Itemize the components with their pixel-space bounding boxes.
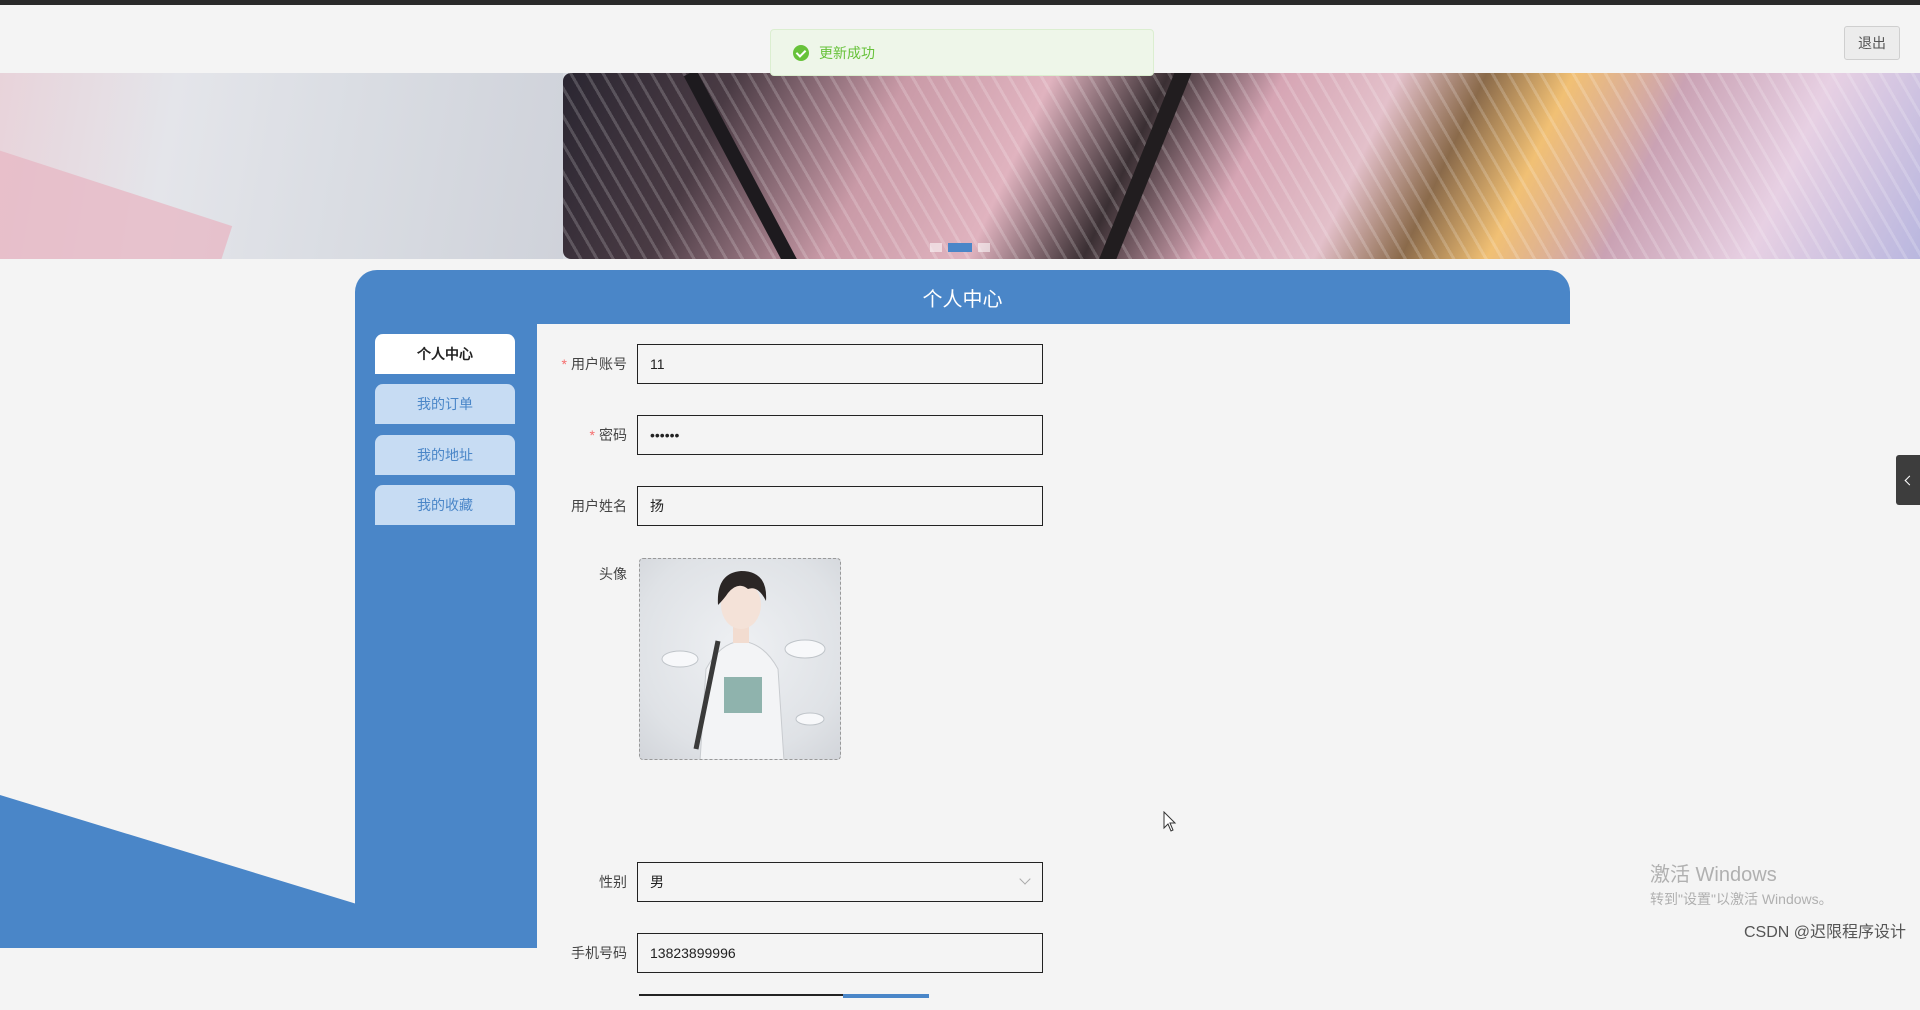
required-asterisk: *: [561, 356, 567, 372]
account-label: * 用户账号: [537, 354, 637, 374]
check-circle-icon: [793, 44, 809, 61]
sidebar-item-my-favorites[interactable]: 我的收藏: [375, 485, 515, 525]
account-input[interactable]: [637, 344, 1043, 384]
password-label-text: 密码: [599, 427, 627, 443]
profile-form: *用户账号 *密码 用户姓名 头像: [537, 324, 1570, 998]
gender-select[interactable]: 男: [637, 862, 1043, 902]
password-input[interactable]: [637, 415, 1043, 455]
chevron-left-icon: [1904, 475, 1915, 485]
background-decoration: [0, 795, 360, 948]
logout-button[interactable]: 退出: [1844, 26, 1900, 60]
banner-slide-previous: [0, 73, 563, 259]
account-label-text: 用户账号: [571, 356, 627, 372]
banner-carousel[interactable]: [0, 73, 1920, 259]
windows-activation-watermark: 激活 Windows 转到"设置"以激活 Windows。: [1650, 858, 1833, 909]
name-label: 用户姓名: [571, 498, 627, 514]
form-row-gender: 性别 男: [537, 861, 1043, 903]
sidebar-item-my-orders[interactable]: 我的订单: [375, 384, 515, 424]
avatar-illustration: [661, 571, 826, 759]
sidebar-item-my-address[interactable]: 我的地址: [375, 435, 515, 475]
carousel-dot-1[interactable]: [930, 243, 942, 252]
carousel-dot-3[interactable]: [978, 243, 990, 252]
form-actions-partial: [639, 994, 929, 1010]
required-asterisk: *: [589, 427, 595, 443]
password-label: * 密码: [537, 425, 637, 445]
mouse-cursor-icon: [1163, 811, 1177, 832]
name-input[interactable]: [637, 486, 1043, 526]
user-center-panel: 个人中心 个人中心 我的订单 我的地址 我的收藏 *用户账号 *密码 用户姓名 …: [355, 270, 1570, 998]
watermark-title: 激活 Windows: [1650, 864, 1777, 886]
phone-label: 手机号码: [571, 945, 627, 961]
form-row-password: * 密码: [537, 414, 1043, 456]
phone-input[interactable]: [637, 933, 1043, 973]
form-row-name: 用户姓名: [537, 485, 1043, 527]
carousel-dot-2[interactable]: [948, 243, 972, 252]
form-row-phone: 手机号码: [537, 932, 1043, 974]
side-drawer-toggle[interactable]: [1896, 455, 1920, 505]
toast-message: 更新成功: [819, 44, 875, 61]
csdn-watermark: CSDN @迟限程序设计: [1743, 924, 1906, 941]
sidebar-item-user-center[interactable]: 个人中心: [375, 334, 515, 374]
banner-slide-current: [563, 73, 1920, 259]
watermark-subtitle: 转到"设置"以激活 Windows。: [1650, 891, 1833, 907]
form-row-account: * 用户账号: [537, 343, 1043, 385]
success-toast: 更新成功: [770, 29, 1154, 76]
gender-label: 性别: [599, 874, 627, 890]
panel-title: 个人中心: [355, 270, 1570, 324]
gender-selected-value[interactable]: 男: [637, 862, 1043, 902]
carousel-indicators: [930, 243, 990, 252]
avatar-label: 头像: [599, 566, 627, 582]
sidebar: 个人中心 我的订单 我的地址 我的收藏: [355, 324, 537, 948]
avatar-upload[interactable]: [639, 558, 841, 760]
